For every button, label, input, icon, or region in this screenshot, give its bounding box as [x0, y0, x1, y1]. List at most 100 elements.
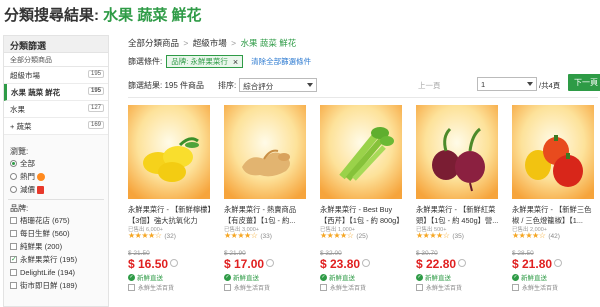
- chevron-down-icon[interactable]: [362, 259, 371, 267]
- price-value: $ 21.80: [512, 257, 553, 271]
- sidebar-item-vegetables[interactable]: + 蔬菜 169: [4, 118, 108, 135]
- price-value: $ 17.00: [224, 257, 265, 271]
- checkbox-icon: [10, 217, 17, 224]
- fresh-delivery-tag: ✓ 新鮮直送: [224, 272, 259, 282]
- brand-option[interactable]: 純鮮果 (200): [4, 240, 108, 253]
- chevron-down-icon[interactable]: [170, 259, 179, 267]
- star-icon: ★★★★☆: [416, 231, 450, 240]
- product-card[interactable]: 永鮮果菜行 - 【新鮮三色椒 / 三色燈籠椒】【1... 已售出 2,000+ ★★…: [512, 105, 596, 305]
- fresh-delivery-tag: ✓ 新鮮直送: [128, 272, 163, 282]
- chevron-down-icon: [307, 83, 314, 87]
- product-card[interactable]: 永鮮果菜行 - 熱賣商品【有皮薑】【1包 - 約... 已售出 3,000+ ★★★…: [224, 105, 308, 305]
- brand-option[interactable]: ✓ 永鮮果菜行 (195): [4, 253, 108, 266]
- product-name[interactable]: 永鮮果菜行 - 【新鮮檸檬】【3個】強大抗氧化力: [128, 204, 212, 226]
- star-icon: ★★★★☆: [512, 231, 546, 240]
- checkbox-icon: [10, 243, 17, 250]
- sidebar-item-supermarket[interactable]: 超級市場 195: [4, 67, 108, 84]
- product-image[interactable]: [416, 105, 498, 199]
- browse-option-sale[interactable]: 減價: [4, 183, 108, 196]
- brand-option[interactable]: 街市即日鮮 (189): [4, 279, 108, 292]
- product-image[interactable]: [512, 105, 594, 199]
- category-count: 195: [87, 87, 104, 95]
- page-title: 分類搜尋結果: 水果 蔬菜 鮮花: [4, 4, 202, 25]
- review-count: (42): [548, 233, 560, 240]
- sidebar-item-fruit[interactable]: 水果 127: [4, 101, 108, 118]
- store-name[interactable]: 永鮮生活百貨: [320, 283, 366, 292]
- product-card[interactable]: 永鮮果菜行 - 【新鮮紅菜頭】【1包 - 約 450g】營... 已售出 500+…: [416, 105, 500, 305]
- store-icon: [128, 284, 135, 291]
- fresh-delivery-tag: ✓ 新鮮直送: [320, 272, 355, 282]
- check-circle-icon: ✓: [128, 273, 135, 281]
- brand-option-label: DelightLife (194): [20, 268, 76, 277]
- category-count: 169: [87, 121, 104, 129]
- store-name[interactable]: 永鮮生活百貨: [416, 283, 462, 292]
- sort-select[interactable]: 綜合評分: [239, 78, 318, 92]
- clear-filters-link[interactable]: 清除全部篩選條件: [251, 56, 311, 67]
- review-count: (25): [356, 233, 368, 240]
- category-list: 超級市場 195 水果 蔬菜 鮮花 195 水果 127 + 蔬菜 169: [4, 67, 108, 135]
- brand-option-label: 街市即日鮮 (189): [20, 281, 78, 290]
- breadcrumb-item[interactable]: 超級市場: [193, 38, 227, 48]
- review-count: (35): [452, 233, 464, 240]
- radio-icon: [10, 186, 17, 193]
- sidebar-all-categories-link[interactable]: 全部分類商品: [4, 53, 108, 67]
- product-card[interactable]: 永鮮果菜行 - Best Buy【西芹】【1包 - 約 800g】天...已售出…: [320, 105, 404, 305]
- product-image[interactable]: [224, 105, 306, 199]
- chevron-down-icon[interactable]: [554, 259, 563, 267]
- product-thumbnail[interactable]: [416, 105, 498, 199]
- product-thumbnail[interactable]: [224, 105, 306, 199]
- category-label: + 蔬菜: [10, 122, 32, 131]
- check-circle-icon: ✓: [320, 273, 327, 281]
- chevron-down-icon[interactable]: [458, 259, 467, 267]
- checkbox-icon: [10, 230, 17, 237]
- store-icon: [416, 284, 423, 291]
- product-name[interactable]: 永鮮果菜行 - Best Buy【西芹】【1包 - 約 800g】天...: [320, 204, 404, 226]
- browse-option-hot[interactable]: 熱門: [4, 170, 108, 183]
- brand-option[interactable]: 梧珊花店 (675): [4, 214, 108, 227]
- product-name[interactable]: 永鮮果菜行 - 【新鮮紅菜頭】【1包 - 約 450g】營...: [416, 204, 500, 226]
- product-image[interactable]: [320, 105, 402, 199]
- divider: [128, 97, 598, 98]
- check-circle-icon: ✓: [224, 273, 231, 281]
- page-title-prefix: 分類搜尋結果:: [4, 7, 99, 24]
- breadcrumb: 全部分類商品 > 超級市場 > 水果 蔬菜 鮮花: [128, 37, 296, 49]
- prev-page-button[interactable]: 上一頁: [418, 80, 441, 91]
- results-count: 篩選結果: 195 件商品: [128, 80, 205, 90]
- product-thumbnail[interactable]: [512, 105, 594, 199]
- original-price: $ 21.50: [128, 250, 150, 257]
- store-name[interactable]: 永鮮生活百貨: [128, 283, 174, 292]
- product-image[interactable]: [128, 105, 210, 199]
- category-count: 195: [87, 70, 104, 78]
- fresh-label: 新鮮直送: [425, 275, 451, 282]
- store-name[interactable]: 永鮮生活百貨: [224, 283, 270, 292]
- brand-filter-chip: 品牌: 永鮮果菜行 ×: [166, 55, 244, 68]
- chevron-down-icon[interactable]: [266, 259, 275, 267]
- store-label: 永鮮生活百貨: [426, 286, 463, 292]
- store-name[interactable]: 永鮮生活百貨: [512, 283, 558, 292]
- breadcrumb-item[interactable]: 全部分類商品: [128, 38, 179, 48]
- check-circle-icon: ✓: [512, 273, 519, 281]
- product-card[interactable]: 永鮮果菜行 - 【新鮮檸檬】【3個】強大抗氧化力 已售出 6,000+ ★★★★☆(…: [128, 105, 212, 305]
- next-page-button[interactable]: 下一頁: [568, 74, 600, 91]
- product-thumbnail[interactable]: [320, 105, 402, 199]
- browse-option-label: 熱門: [20, 172, 35, 181]
- breadcrumb-separator: >: [183, 38, 189, 48]
- product-thumbnail[interactable]: [128, 105, 210, 199]
- product-name[interactable]: 永鮮果菜行 - 熱賣商品【有皮薑】【1包 - 約...: [224, 204, 308, 226]
- store-label: 永鮮生活百貨: [522, 286, 559, 292]
- page-select[interactable]: 1: [477, 77, 537, 91]
- sale-price: $ 22.80: [416, 257, 467, 271]
- brand-option[interactable]: 每日生鮮 (560): [4, 227, 108, 240]
- browse-option-all[interactable]: 全部: [4, 157, 108, 170]
- close-icon[interactable]: ×: [233, 57, 238, 67]
- product-name[interactable]: 永鮮果菜行 - 【新鮮三色椒 / 三色燈籠椒】【1...: [512, 204, 596, 226]
- original-price: $ 30.70: [416, 250, 438, 257]
- sort-value: 綜合評分: [243, 82, 274, 91]
- sidebar-item-fruit-veg-flowers[interactable]: 水果 蔬菜 鮮花 195: [4, 84, 108, 101]
- star-icon: ★★★★☆: [320, 231, 354, 240]
- brand-option[interactable]: DelightLife (194): [4, 266, 108, 279]
- category-label: 超級市場: [10, 71, 40, 80]
- brand-option-label: 永鮮果菜行 (195): [20, 255, 78, 264]
- star-icon: ★★★★☆: [128, 231, 162, 240]
- fresh-label: 新鮮直送: [233, 275, 259, 282]
